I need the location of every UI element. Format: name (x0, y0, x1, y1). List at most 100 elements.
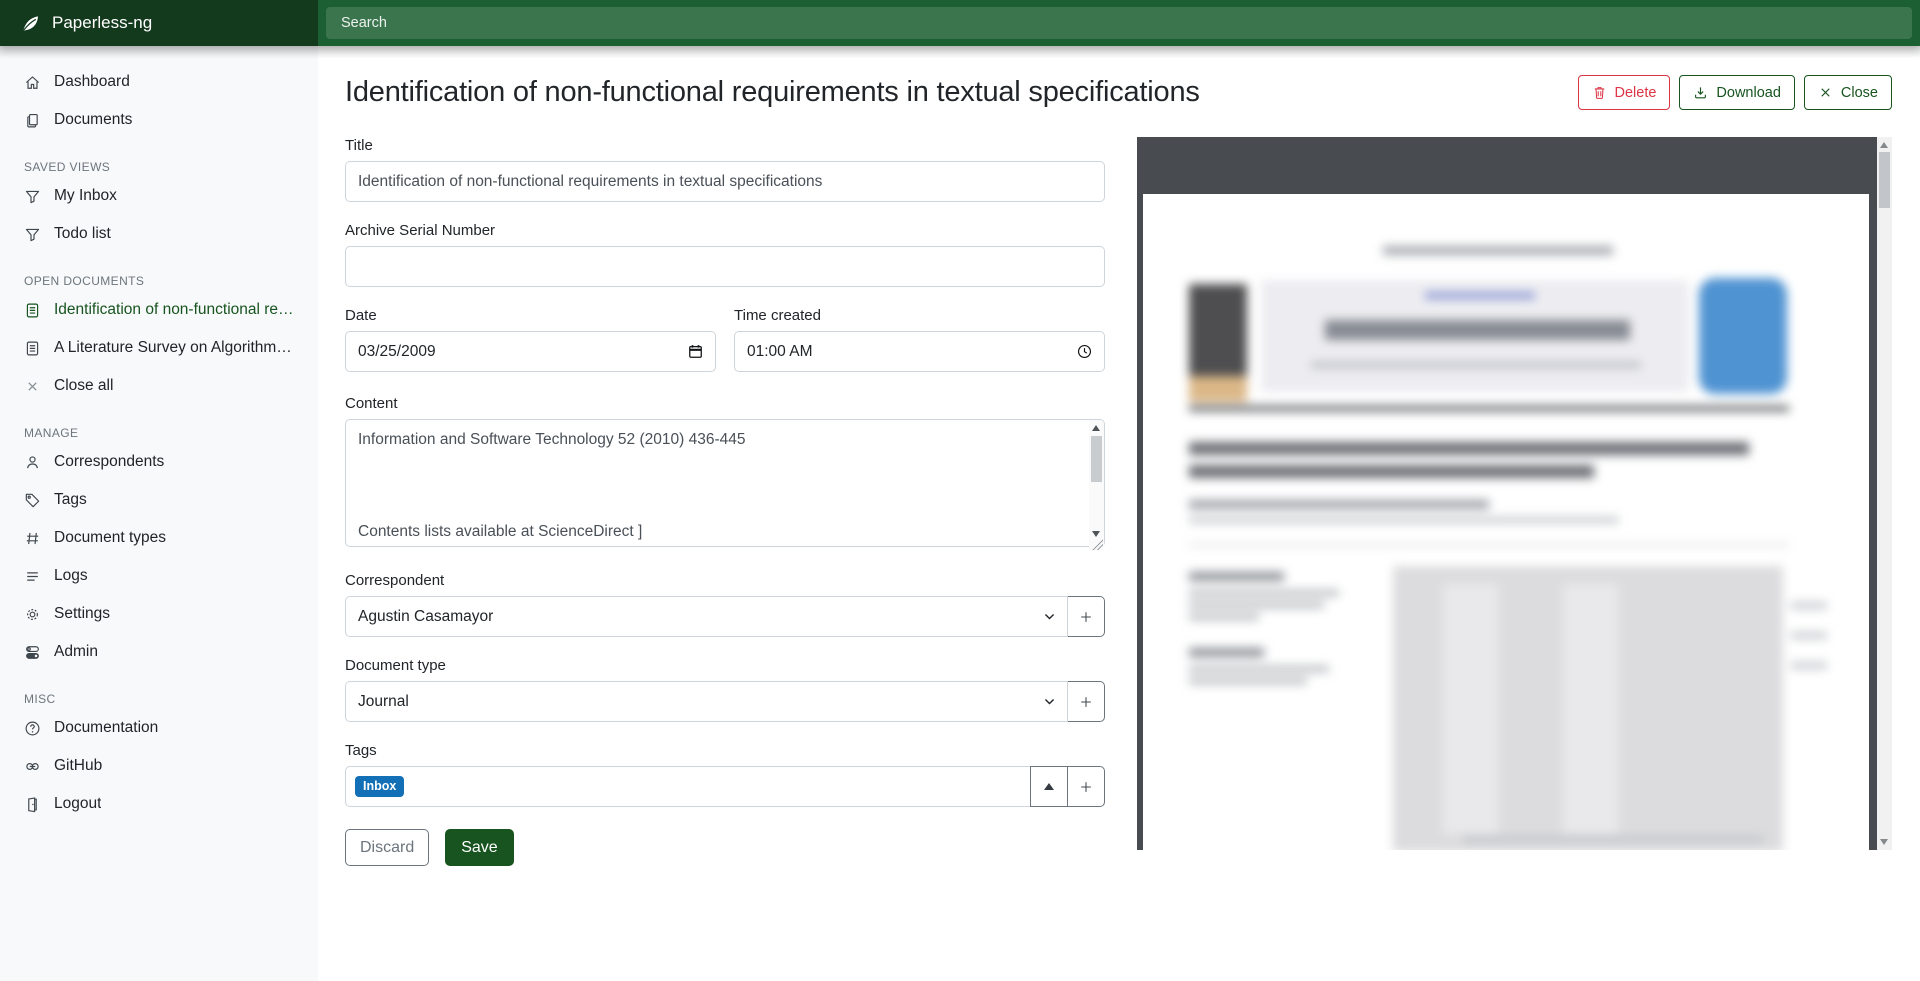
gear-icon (24, 606, 41, 623)
discard-button[interactable]: Discard (345, 829, 429, 866)
correspondent-label: Correspondent (345, 572, 1105, 589)
hash-icon (24, 530, 41, 547)
tag-badge-inbox[interactable]: Inbox (355, 776, 404, 797)
filter-icon (24, 226, 41, 243)
document-type-label: Document type (345, 657, 1105, 674)
sidebar-item-label: Admin (54, 643, 98, 661)
sidebar-item-logout[interactable]: Logout (14, 788, 304, 820)
sidebar-item-correspondents[interactable]: Correspondents (14, 446, 304, 478)
document-edit-form: Title Archive Serial Number Date (345, 137, 1105, 866)
sidebar-item-label: Logs (54, 567, 88, 585)
logs-icon (24, 568, 41, 585)
sidebar-item-tags[interactable]: Tags (14, 484, 304, 516)
time-created-label: Time created (734, 307, 1105, 324)
journal-cover-thumb (1189, 284, 1247, 376)
pdf-page (1143, 194, 1869, 850)
date-label: Date (345, 307, 716, 324)
file-text-icon (24, 302, 41, 319)
close-button[interactable]: Close (1804, 75, 1892, 110)
sidebar-open-document-1[interactable]: Identification of non-functional require… (14, 294, 304, 326)
app-brand[interactable]: Paperless-ng (0, 0, 318, 46)
close-icon (1818, 85, 1833, 100)
sidebar-item-logs[interactable]: Logs (14, 560, 304, 592)
sidebar-item-label: Close all (54, 377, 113, 395)
close-icon (24, 378, 41, 395)
scroll-up-arrow-icon[interactable] (1880, 142, 1888, 148)
resize-grip[interactable] (1092, 539, 1103, 550)
sidebar-section-manage: MANAGE (24, 426, 294, 440)
header-actions: Delete Download Close (1578, 75, 1893, 110)
file-text-icon (24, 340, 41, 357)
scroll-thumb[interactable] (1879, 152, 1890, 208)
asn-label: Archive Serial Number (345, 222, 1105, 239)
sidebar-item-label: A Literature Survey on Algorithms for Mu… (54, 339, 294, 357)
sidebar-section-open-documents: OPEN DOCUMENTS (24, 274, 294, 288)
pdf-blurred-content (1143, 194, 1869, 850)
sidebar-section-saved-views: SAVED VIEWS (24, 160, 294, 174)
sidebar-item-github[interactable]: GitHub (14, 750, 304, 782)
download-button[interactable]: Download (1679, 75, 1795, 110)
sidebar-item-todo-list[interactable]: Todo list (14, 218, 304, 250)
sidebar-item-label: Documents (54, 111, 132, 129)
correspondent-select[interactable]: Agustin Casamayor (345, 596, 1068, 637)
add-document-type-button[interactable] (1067, 681, 1105, 722)
title-label: Title (345, 137, 1105, 154)
caret-up-icon (1044, 783, 1054, 790)
scroll-up-arrow-icon[interactable] (1092, 425, 1100, 431)
title-input[interactable] (345, 161, 1105, 202)
document-preview (1137, 137, 1892, 850)
sidebar-item-admin[interactable]: Admin (14, 636, 304, 668)
scroll-thumb[interactable] (1091, 436, 1102, 482)
sidebar-item-dashboard[interactable]: Dashboard (14, 66, 304, 98)
sidebar-item-my-inbox[interactable]: My Inbox (14, 180, 304, 212)
scroll-down-arrow-icon[interactable] (1880, 839, 1888, 845)
asn-input[interactable] (345, 246, 1105, 287)
person-icon (24, 454, 41, 471)
tags-label: Tags (345, 742, 1105, 759)
documents-icon (24, 112, 41, 129)
house-icon (24, 74, 41, 91)
content-scrollbar[interactable] (1089, 420, 1104, 551)
save-button[interactable]: Save (445, 829, 513, 866)
toggles-icon (24, 644, 41, 661)
search-input[interactable] (326, 7, 1912, 39)
content-label: Content (345, 395, 1105, 412)
sidebar-item-label: Dashboard (54, 73, 130, 91)
sidebar-item-document-types[interactable]: Document types (14, 522, 304, 554)
time-created-input[interactable] (734, 331, 1105, 372)
document-type-select[interactable]: Journal (345, 681, 1068, 722)
close-label: Close (1841, 85, 1878, 101)
link-icon (24, 758, 41, 775)
navbar-main (318, 0, 1920, 46)
question-circle-icon (24, 720, 41, 737)
main-content: Identification of non-functional require… (318, 46, 1920, 981)
sidebar-section-misc: MISC (24, 692, 294, 706)
sidebar-item-label: Logout (54, 795, 101, 813)
sciencedirect-logo-blur (1699, 278, 1787, 394)
sidebar-item-label: Document types (54, 529, 166, 547)
preview-scrollbar[interactable] (1877, 137, 1892, 850)
brand-label: Paperless-ng (52, 13, 152, 33)
sidebar-item-label: My Inbox (54, 187, 117, 205)
plus-icon (1079, 695, 1093, 709)
sidebar-item-close-all[interactable]: Close all (14, 370, 304, 402)
calendar-icon (687, 343, 704, 360)
leaf-logo-icon (20, 13, 41, 34)
sidebar-item-settings[interactable]: Settings (14, 598, 304, 630)
tags-input[interactable]: Inbox (345, 766, 1031, 807)
download-label: Download (1716, 85, 1781, 101)
delete-button[interactable]: Delete (1578, 75, 1671, 110)
sidebar-item-label: Identification of non-functional require… (54, 301, 294, 319)
add-correspondent-button[interactable] (1067, 596, 1105, 637)
plus-icon (1079, 780, 1093, 794)
sidebar-item-documents[interactable]: Documents (14, 104, 304, 136)
date-input[interactable] (345, 331, 716, 372)
top-navbar: Paperless-ng (0, 0, 1920, 46)
sidebar: Dashboard Documents SAVED VIEWS My Inbox… (0, 46, 318, 981)
sidebar-open-document-2[interactable]: A Literature Survey on Algorithms for Mu… (14, 332, 304, 364)
add-tag-button[interactable] (1067, 766, 1105, 807)
scroll-down-arrow-icon[interactable] (1092, 531, 1100, 537)
sidebar-item-documentation[interactable]: Documentation (14, 712, 304, 744)
tags-collapse-button[interactable] (1030, 766, 1068, 807)
content-textarea[interactable]: Information and Software Technology 52 (… (345, 419, 1105, 547)
